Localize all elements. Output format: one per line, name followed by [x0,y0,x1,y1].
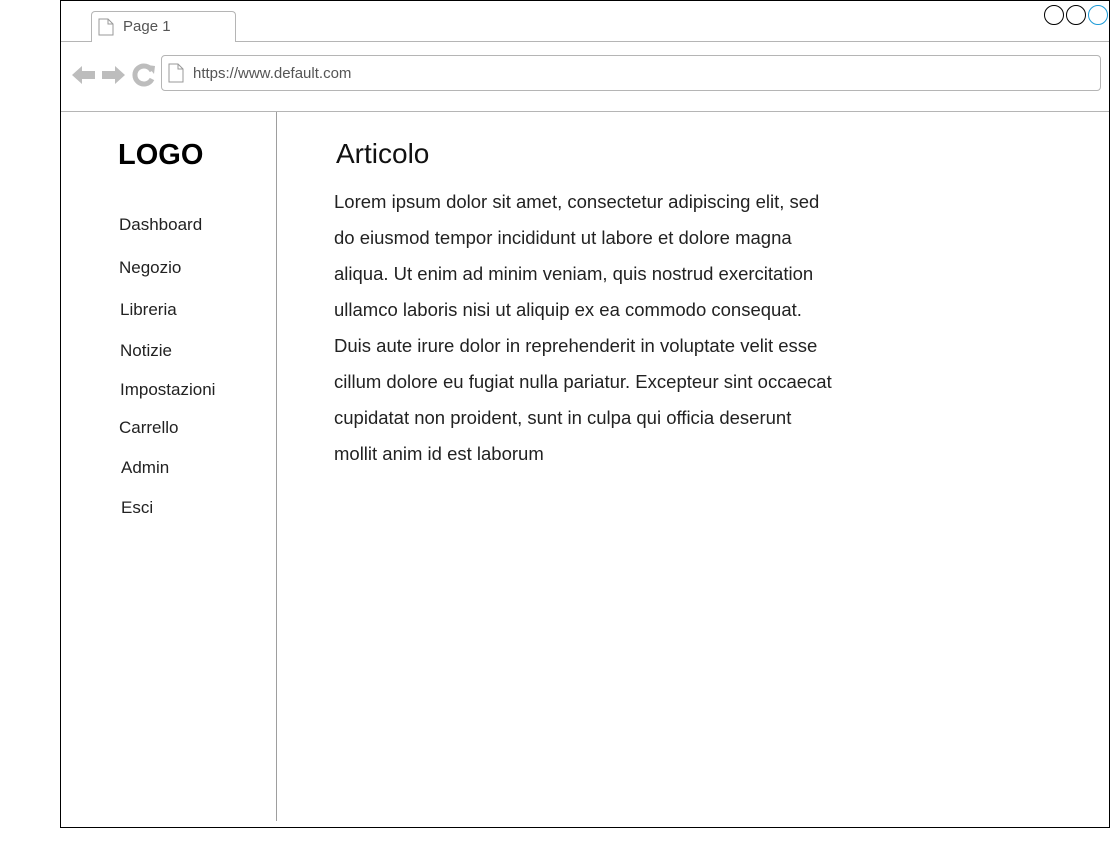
sidebar-item-impostazioni[interactable]: Impostazioni [120,380,215,400]
browser-window: Page 1 https://www.default.com LOGO Dash… [60,0,1110,828]
minimize-button[interactable] [1044,5,1064,25]
sidebar-item-carrello[interactable]: Carrello [119,418,179,438]
sidebar-item-negozio[interactable]: Negozio [119,258,181,278]
page-icon [168,63,184,83]
window-controls [1042,5,1108,27]
sidebar-item-notizie[interactable]: Notizie [120,341,172,361]
sidebar-item-dashboard[interactable]: Dashboard [119,215,202,235]
sidebar-item-esci[interactable]: Esci [121,498,153,518]
address-bar[interactable]: https://www.default.com [161,55,1101,91]
sidebar-divider [276,112,277,821]
sidebar-item-admin[interactable]: Admin [121,458,169,478]
forward-arrow-icon[interactable] [100,63,126,87]
reload-icon[interactable] [132,63,156,87]
browser-tab[interactable]: Page 1 [91,11,236,42]
toolbar-divider [61,111,1109,112]
maximize-button[interactable] [1066,5,1086,25]
tab-title: Page 1 [123,18,171,35]
article-body: Lorem ipsum dolor sit amet, consectetur … [334,191,832,464]
back-arrow-icon[interactable] [71,63,97,87]
close-button[interactable] [1088,5,1108,25]
page-title: Articolo [336,138,430,169]
page-icon [98,18,114,36]
url-text[interactable]: https://www.default.com [193,65,351,82]
sidebar-item-libreria[interactable]: Libreria [120,300,177,320]
logo[interactable]: LOGO [118,139,203,172]
